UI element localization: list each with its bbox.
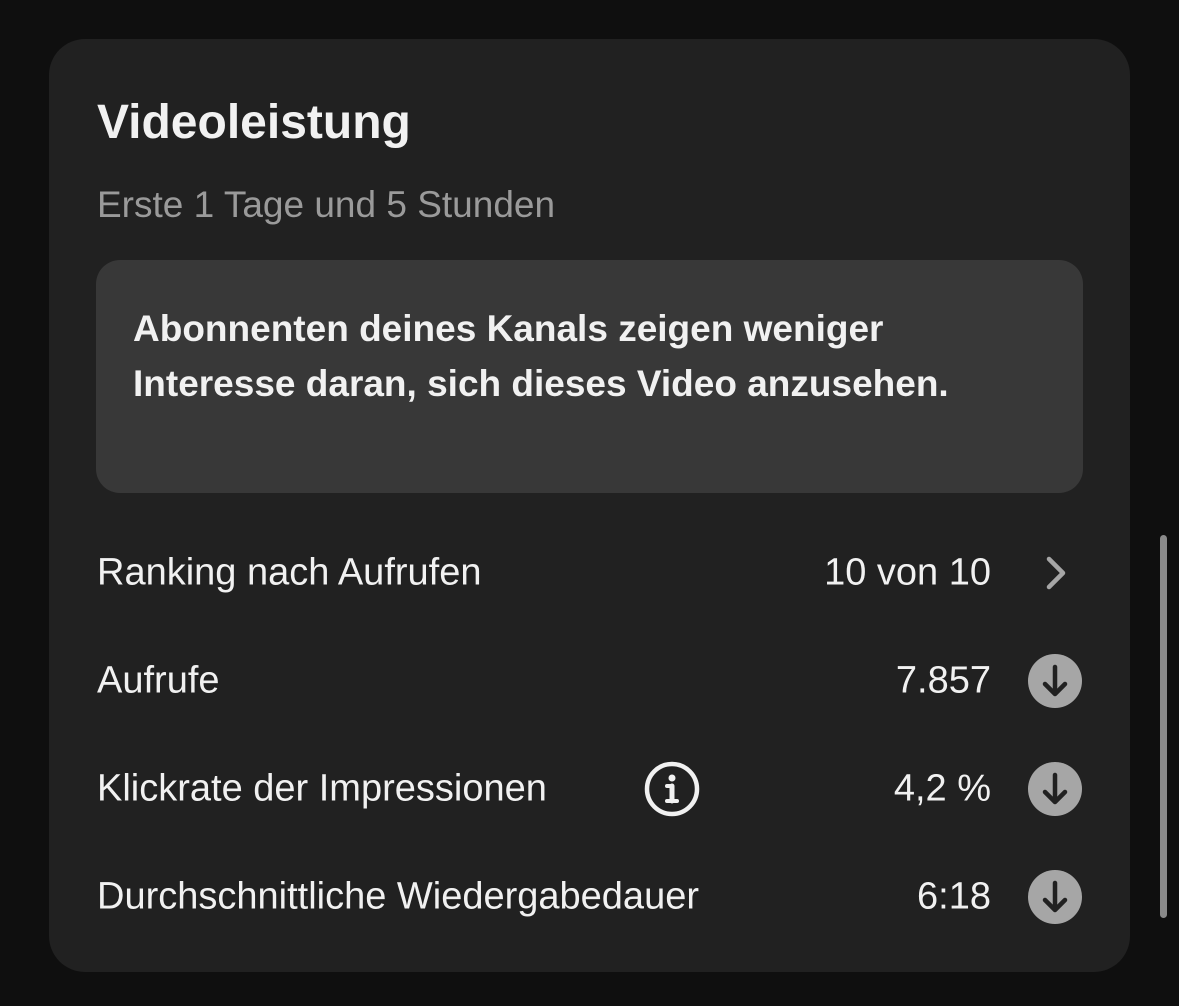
ranking-label: Ranking nach Aufrufen [97,551,482,594]
arrow-down-circle-icon [1028,762,1082,816]
video-performance-card: Videoleistung Erste 1 Tage und 5 Stunden… [49,39,1130,972]
views-label: Aufrufe [97,659,220,702]
arrow-down-circle-icon [1028,870,1082,924]
arrow-down-circle-icon [1028,654,1082,708]
scrollbar[interactable] [1160,535,1167,918]
card-title: Videoleistung [97,96,411,149]
watch-time-label: Durchschnittliche Wiedergabedauer [97,875,699,918]
ctr-value: 4,2 % [893,767,991,810]
chevron-right-icon[interactable] [1027,545,1083,601]
ranking-value: 10 von 10 [824,551,991,594]
card-subtitle: Erste 1 Tage und 5 Stunden [97,184,556,225]
info-circle-icon[interactable] [643,760,701,818]
ctr-label: Klickrate der Impressionen [97,767,547,810]
ranking-row[interactable]: Ranking nach Aufrufen 10 von 10 [97,543,1083,603]
insight-box: Abonnenten deines Kanals zeigen weniger … [96,260,1083,493]
watch-time-value: 6:18 [917,875,991,918]
ctr-row: Klickrate der Impressionen 4,2 % [97,759,1083,819]
watch-time-row: Durchschnittliche Wiedergabedauer 6:18 [97,867,1083,927]
views-value: 7.857 [895,659,991,702]
views-row: Aufrufe 7.857 [97,651,1083,711]
